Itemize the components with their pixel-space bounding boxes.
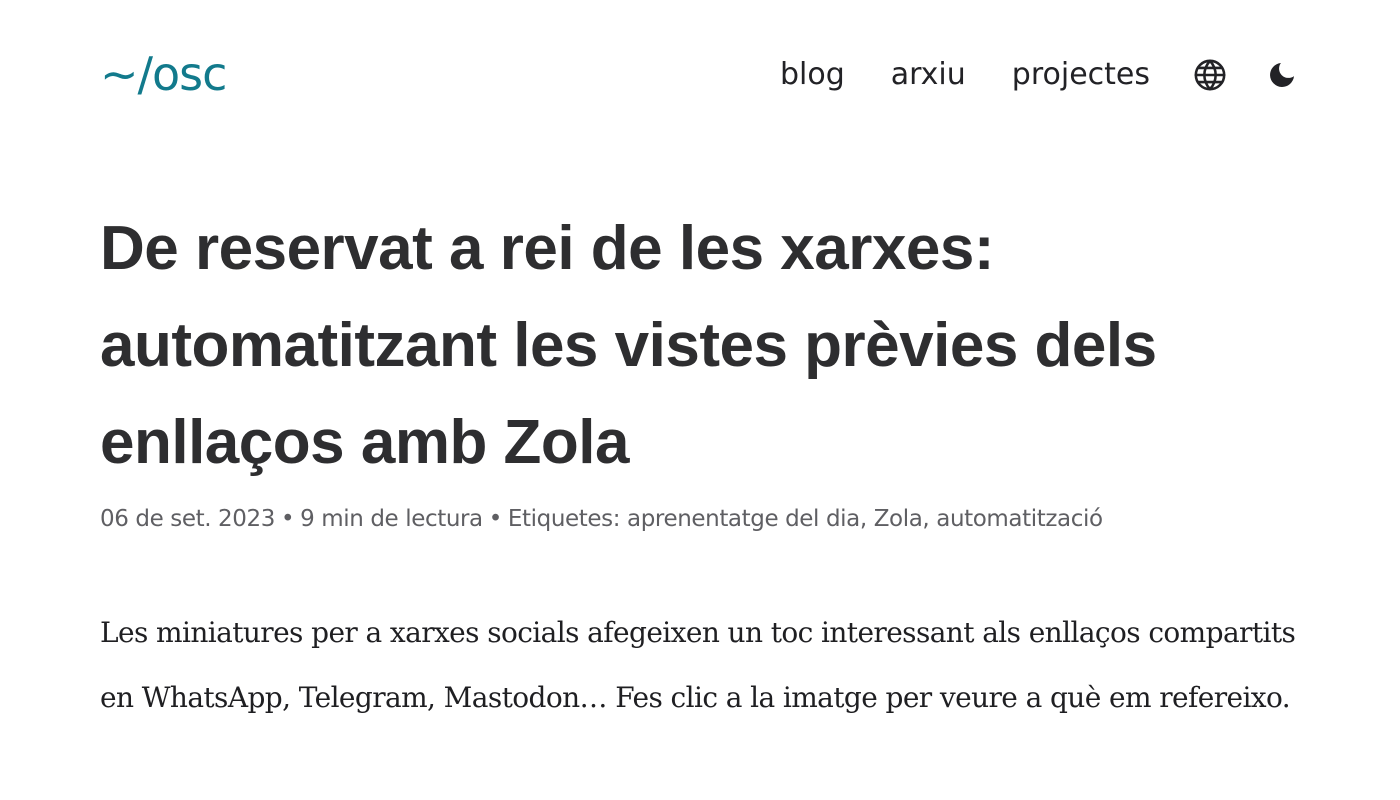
tag-comma: , <box>922 506 930 532</box>
main-nav: blog arxiu projectes <box>780 57 1300 93</box>
tag-link[interactable]: aprenentatge del dia <box>627 506 860 532</box>
meta-separator: • <box>280 506 295 532</box>
language-switch-button[interactable] <box>1192 57 1228 93</box>
meta-separator: • <box>488 506 503 532</box>
theme-toggle-button[interactable] <box>1264 57 1300 93</box>
article-date: 06 de set. 2023 <box>100 506 275 532</box>
nav-projects-link[interactable]: projectes <box>1012 60 1150 90</box>
site-logo-link[interactable]: ~/osc <box>100 51 227 97</box>
tag-link[interactable]: Zola <box>874 506 923 532</box>
tag-link[interactable]: automatització <box>936 506 1103 532</box>
moon-icon <box>1270 63 1294 87</box>
tags-label: Etiquetes: <box>507 506 621 532</box>
globe-icon <box>1194 59 1226 91</box>
tag-comma: , <box>859 506 867 532</box>
article-title: De reservat a rei de les xarxes: automat… <box>100 214 1157 477</box>
article-intro: Les miniatures per a xarxes socials afeg… <box>100 616 1296 714</box>
article-meta: 06 de set. 2023 • 9 min de lectura • Etiquet… <box>100 506 1103 532</box>
reading-time: 9 min de lectura <box>300 506 483 532</box>
site-header: ~/osc blog arxiu projectes <box>100 38 1300 110</box>
nav-blog-link[interactable]: blog <box>780 60 845 90</box>
nav-archive-link[interactable]: arxiu <box>891 60 966 90</box>
